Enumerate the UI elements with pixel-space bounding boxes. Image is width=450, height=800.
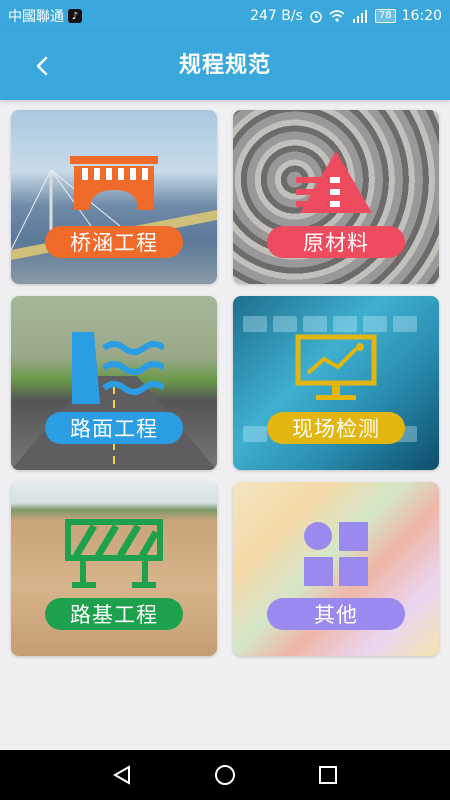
home-circle-icon[interactable] <box>214 764 236 786</box>
tile-label: 路基工程 <box>45 598 183 630</box>
battery-indicator: 78 <box>374 9 396 23</box>
tile-bridge-culvert[interactable]: 桥涵工程 <box>11 110 217 284</box>
tile-label: 原材料 <box>267 226 405 258</box>
tile-label: 其他 <box>267 598 405 630</box>
monitor-chart-icon <box>233 328 439 408</box>
bridge-icon <box>11 142 217 222</box>
tile-raw-materials[interactable]: 原材料 <box>233 110 439 284</box>
tiktok-icon: ♪ <box>68 9 82 23</box>
clock: 16:20 <box>401 8 442 24</box>
tile-label: 桥涵工程 <box>45 226 183 258</box>
back-triangle-icon[interactable] <box>111 764 133 786</box>
net-speed: 247 B/s <box>250 8 303 24</box>
alarm-icon <box>310 11 322 23</box>
wifi-icon <box>329 10 345 22</box>
system-nav-bar <box>0 750 450 800</box>
grid-blocks-icon <box>233 514 439 594</box>
page-title: 规程规范 <box>178 53 271 78</box>
status-bar: 中國聯通 ♪ 247 B/s 78 16:20 <box>0 0 450 32</box>
tile-pavement[interactable]: 路面工程 <box>11 296 217 470</box>
tile-field-testing[interactable]: 现场检测 <box>233 296 439 470</box>
dam-water-icon <box>11 328 217 408</box>
recents-square-icon[interactable] <box>317 764 339 786</box>
tile-other[interactable]: 其他 <box>233 482 439 656</box>
barrier-icon <box>11 514 217 594</box>
carrier-label: 中國聯通 <box>8 9 64 25</box>
tile-label: 路面工程 <box>45 412 183 444</box>
triangle-layers-icon <box>233 142 439 222</box>
app-bar: 规程规范 <box>0 32 450 100</box>
signal-icon <box>352 10 367 23</box>
tile-subgrade[interactable]: 路基工程 <box>11 482 217 656</box>
tile-label: 现场检测 <box>267 412 405 444</box>
